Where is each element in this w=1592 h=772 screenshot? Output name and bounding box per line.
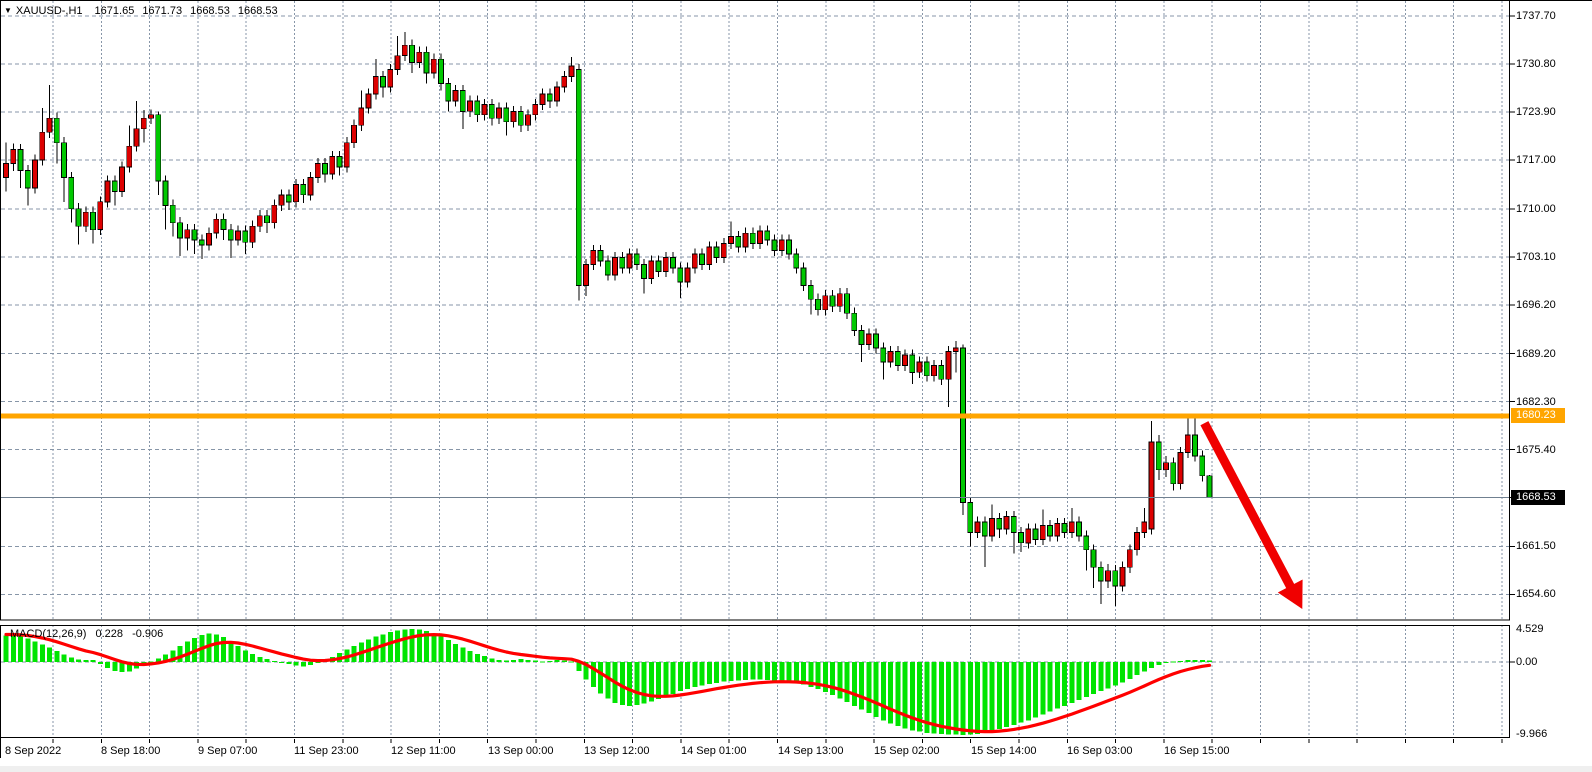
chart-canvas[interactable]: [0, 0, 1592, 772]
price-axis-label: 1682.30: [1516, 395, 1556, 409]
quote-open: 1671.65: [95, 4, 135, 18]
macd-title: MACD(12,26,9): [10, 628, 86, 640]
macd-signal-value: -0.906: [132, 628, 163, 640]
macd-indicator-label: MACD(12,26,9) 0.228 -0.906: [10, 627, 169, 641]
macd-axis-min: -9.966: [1516, 727, 1547, 741]
time-axis-label: 12 Sep 11:00: [391, 744, 456, 758]
price-axis-label: 1661.50: [1516, 539, 1556, 553]
symbol-timeframe-label: XAUUSD-,H1: [16, 4, 83, 18]
time-axis-label: 15 Sep 14:00: [971, 744, 1036, 758]
price-axis-label: 1675.40: [1516, 443, 1556, 457]
price-axis-label: 1717.00: [1516, 153, 1556, 167]
window-bottom-strip: [0, 766, 1592, 772]
macd-axis-zero: 0.00: [1516, 655, 1537, 669]
time-axis-label: 14 Sep 13:00: [778, 744, 843, 758]
candles-layer: [4, 32, 1213, 606]
macd-axis-max: 4.529: [1516, 622, 1544, 636]
time-axis-label: 13 Sep 12:00: [584, 744, 649, 758]
price-axis-label: 1689.20: [1516, 347, 1556, 361]
bid-price-tag: 1668.53: [1511, 490, 1565, 505]
trend-arrow[interactable]: [1204, 423, 1302, 609]
time-axis-label: 16 Sep 15:00: [1164, 744, 1229, 758]
quote-high: 1671.73: [142, 4, 182, 18]
price-axis-label: 1710.00: [1516, 202, 1556, 216]
time-axis-label: 16 Sep 03:00: [1067, 744, 1132, 758]
symbol-dropdown-icon[interactable]: ▼: [4, 4, 12, 18]
trading-chart-window: ▼ XAUUSD-,H1 1671.65 1671.73 1668.53 166…: [0, 0, 1592, 772]
time-axis-label: 8 Sep 2022: [5, 744, 61, 758]
macd-histogram: [4, 629, 1213, 735]
quote-close: 1668.53: [238, 4, 278, 18]
chart-header: ▼ XAUUSD-,H1 1671.65 1671.73 1668.53 166…: [4, 4, 286, 18]
panel-splitter[interactable]: [0, 620, 1510, 626]
price-axis-label: 1730.80: [1516, 57, 1556, 71]
time-axis-label: 15 Sep 02:00: [874, 744, 939, 758]
time-axis-label: 11 Sep 23:00: [294, 744, 359, 758]
time-axis-label: 13 Sep 00:00: [488, 744, 553, 758]
quote-low: 1668.53: [190, 4, 230, 18]
price-axis-label: 1723.90: [1516, 105, 1556, 119]
price-axis-label: 1737.70: [1516, 9, 1556, 23]
orange-price-tag: 1680.23: [1511, 408, 1565, 423]
price-axis-label: 1654.60: [1516, 587, 1556, 601]
price-axis-label: 1696.20: [1516, 298, 1556, 312]
macd-value: 0.228: [95, 628, 123, 640]
time-axis-label: 9 Sep 07:00: [198, 744, 257, 758]
time-axis-label: 8 Sep 18:00: [101, 744, 160, 758]
time-axis-label: 14 Sep 01:00: [681, 744, 746, 758]
price-axis-label: 1703.10: [1516, 250, 1556, 264]
